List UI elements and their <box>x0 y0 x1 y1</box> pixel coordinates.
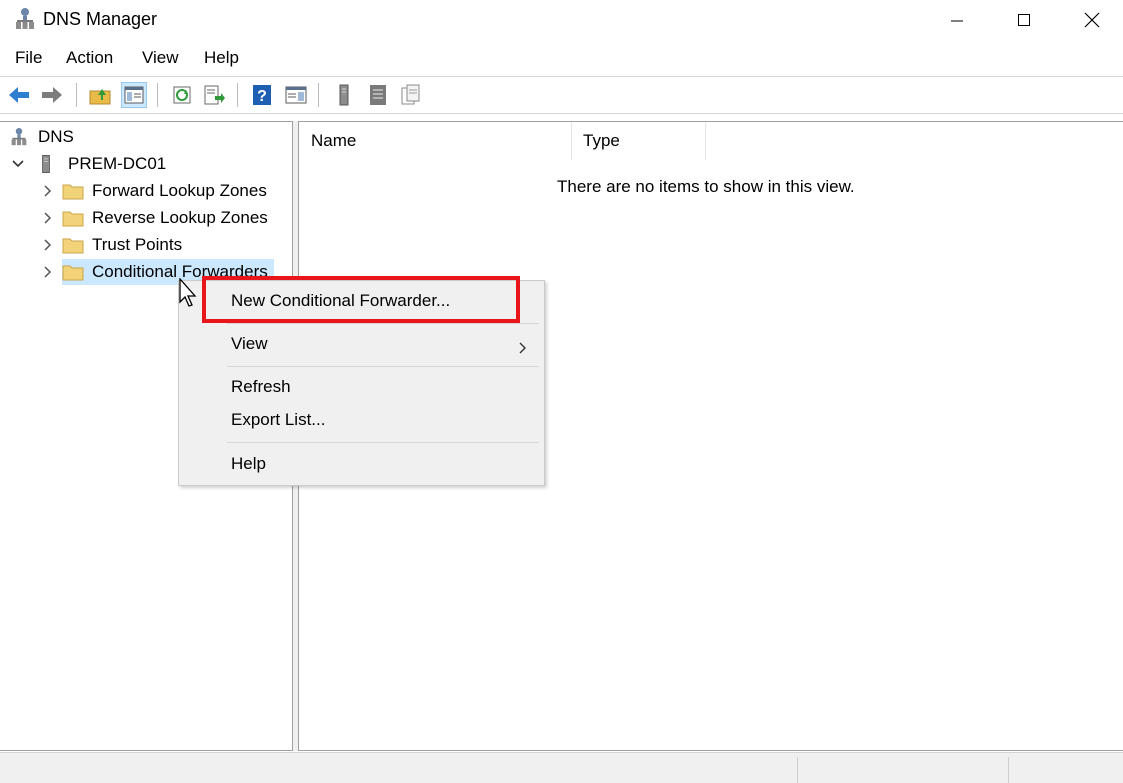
show-hide-console-tree-button[interactable] <box>121 82 147 108</box>
toolbar: ? <box>0 76 1123 114</box>
properties-icon <box>401 84 420 105</box>
menu-view[interactable]: View <box>140 48 181 68</box>
tree-label-server: PREM-DC01 <box>68 154 167 173</box>
server-icon <box>42 155 50 173</box>
export-list-button[interactable] <box>201 82 227 108</box>
tree-item-forward-lookup-zones[interactable]: Forward Lookup Zones <box>62 178 267 204</box>
server-button[interactable] <box>331 82 357 108</box>
properties-button[interactable] <box>398 82 424 108</box>
folder-icon <box>62 238 84 254</box>
mouse-cursor-icon <box>178 277 200 310</box>
tree-label-dns: DNS <box>38 127 74 146</box>
menu-item-help[interactable]: Help <box>231 454 266 474</box>
dns-app-icon <box>14 7 36 31</box>
menu-item-refresh[interactable]: Refresh <box>231 377 291 397</box>
menu-action[interactable]: Action <box>64 48 115 68</box>
svg-text:?: ? <box>257 88 267 105</box>
chevron-right-icon[interactable] <box>42 239 54 251</box>
tree-root-dns[interactable]: DNS <box>10 124 74 150</box>
action-pane-icon <box>285 86 307 104</box>
tree-item-server[interactable]: PREM-DC01 <box>40 151 166 177</box>
refresh-button[interactable] <box>169 82 195 108</box>
chevron-right-icon[interactable] <box>42 266 54 278</box>
chevron-right-icon[interactable] <box>42 212 54 224</box>
show-hide-console-tree-icon <box>124 86 144 104</box>
up-one-level-button[interactable] <box>87 82 113 108</box>
up-folder-icon <box>89 89 111 105</box>
menu-item-view[interactable]: View <box>231 334 268 354</box>
tree-item-trust-points[interactable]: Trust Points <box>62 232 182 258</box>
list-icon <box>370 85 386 105</box>
highlight-box <box>202 276 520 323</box>
chevron-down-icon[interactable] <box>12 158 24 170</box>
close-icon <box>1084 12 1100 28</box>
back-button[interactable] <box>6 82 32 108</box>
folder-icon <box>62 184 84 200</box>
title-bar: DNS Manager <box>0 0 1123 40</box>
forward-button[interactable] <box>39 82 65 108</box>
tree-label: Trust Points <box>92 235 183 254</box>
minimize-icon <box>951 20 963 22</box>
empty-list-message: There are no items to show in this view. <box>557 177 855 196</box>
help-icon: ? <box>253 85 271 105</box>
chevron-right-icon[interactable] <box>42 185 54 197</box>
status-bar <box>0 752 1123 783</box>
maximize-button[interactable] <box>990 0 1058 40</box>
menu-bar: File Action View Help <box>0 44 1123 74</box>
column-header-type[interactable]: Type <box>571 122 705 160</box>
action-pane-button[interactable] <box>283 82 309 108</box>
menu-item-export-list[interactable]: Export List... <box>231 410 325 430</box>
maximize-icon <box>1018 14 1030 26</box>
close-button[interactable] <box>1058 0 1123 40</box>
folder-icon <box>62 265 84 281</box>
tree-item-reverse-lookup-zones[interactable]: Reverse Lookup Zones <box>62 205 268 231</box>
minimize-button[interactable] <box>923 0 991 40</box>
export-list-icon <box>204 85 225 105</box>
help-button[interactable]: ? <box>249 82 275 108</box>
menu-help[interactable]: Help <box>202 48 241 68</box>
column-header-name[interactable]: Name <box>299 122 571 160</box>
tree-label: Reverse Lookup Zones <box>92 208 268 227</box>
submenu-arrow-icon <box>519 339 527 359</box>
server-icon <box>339 84 349 106</box>
folder-icon <box>62 211 84 227</box>
back-icon <box>9 87 29 103</box>
list-button[interactable] <box>365 82 391 108</box>
forward-icon <box>42 87 62 103</box>
tree-label: Forward Lookup Zones <box>92 181 267 200</box>
dns-icon <box>11 128 27 146</box>
menu-file[interactable]: File <box>13 48 44 68</box>
window-title: DNS Manager <box>43 9 158 29</box>
refresh-icon <box>173 86 191 104</box>
